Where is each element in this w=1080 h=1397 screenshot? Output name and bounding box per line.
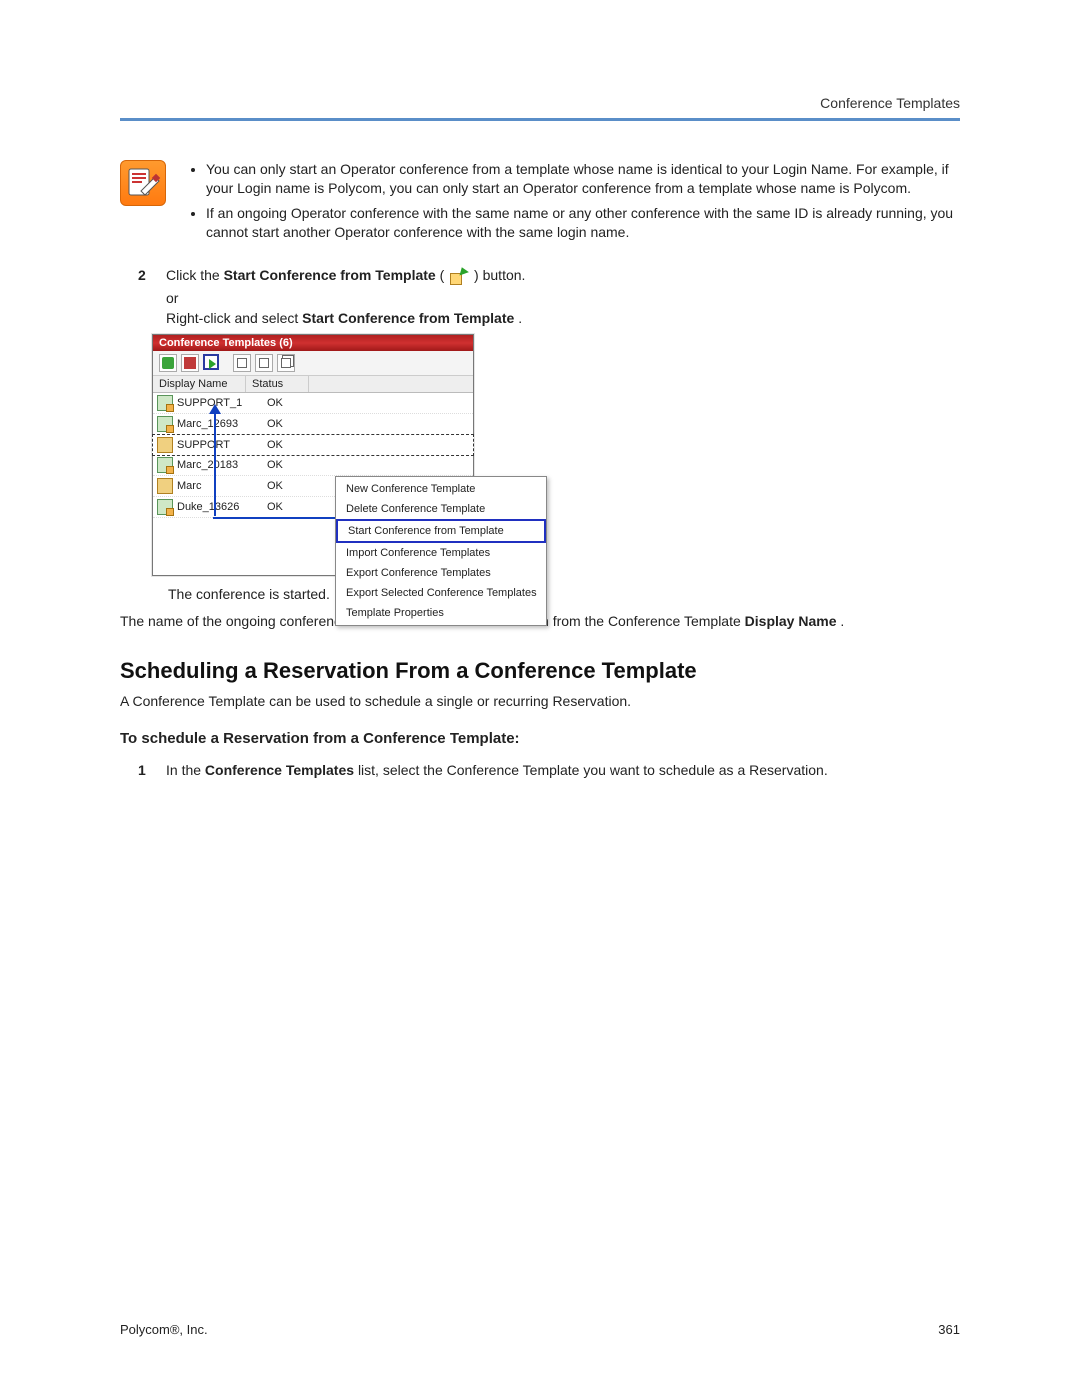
step-number: 1 [138, 761, 152, 781]
table-row-selected[interactable]: SUPPORT OK [152, 434, 474, 456]
text: . [518, 310, 522, 326]
or-text: or [166, 289, 960, 309]
page-header-section: Conference Templates [820, 95, 960, 111]
text: button. [483, 267, 526, 283]
templates-screenshot: Conference Templates (6) Display Name St… [152, 334, 474, 576]
template-icon [157, 499, 173, 515]
panel-title: Conference Templates (6) [153, 335, 473, 351]
row-status: OK [261, 437, 323, 453]
menu-template-properties[interactable]: Template Properties [336, 603, 546, 623]
text: ( [440, 267, 445, 283]
footer-company: Polycom®, Inc. [120, 1322, 208, 1337]
template-icon [157, 416, 173, 432]
text: list, select the Conference Template you… [358, 762, 828, 778]
step-body: In the Conference Templates list, select… [166, 761, 960, 781]
toolbar-button-icon[interactable] [233, 354, 251, 372]
step-1: 1 In the Conference Templates list, sele… [138, 761, 960, 781]
menu-start-conference-from-template[interactable]: Start Conference from Template [336, 519, 546, 543]
bold-text: Conference Templates [205, 762, 354, 778]
text: Right-click and select [166, 310, 302, 326]
important-note-icon [120, 160, 166, 206]
row-name: SUPPORT [177, 437, 261, 453]
section-intro: A Conference Template can be used to sch… [120, 692, 960, 712]
page: Conference Templates You can only start … [0, 0, 1080, 1397]
table-row[interactable]: Marc_20183 OK [153, 455, 473, 476]
note-list: You can only start an Operator conferenc… [188, 160, 960, 248]
start-conference-template-icon [450, 267, 468, 285]
menu-import-templates[interactable]: Import Conference Templates [336, 543, 546, 563]
row-name: Marc_20183 [177, 457, 261, 473]
export-templates-button-icon[interactable] [277, 354, 295, 372]
text: In the [166, 762, 205, 778]
table-row[interactable]: SUPPORT_1 OK [153, 393, 473, 414]
new-template-button-icon[interactable] [159, 354, 177, 372]
templates-toolbar [153, 351, 473, 376]
text: . [840, 613, 844, 629]
note-callout: You can only start an Operator conferenc… [120, 160, 960, 248]
delete-template-button-icon[interactable] [181, 354, 199, 372]
row-status: OK [261, 416, 323, 432]
row-status: OK [261, 478, 323, 494]
template-icon [157, 478, 173, 494]
row-name: Duke_13626 [177, 499, 261, 515]
row-name: Marc_12693 [177, 416, 261, 432]
annotation-arrow [214, 406, 216, 516]
section-title: Scheduling a Reservation From a Conferen… [120, 658, 960, 684]
col-status[interactable]: Status [246, 376, 309, 392]
text: ) [474, 267, 483, 283]
menu-delete-template[interactable]: Delete Conference Template [336, 499, 546, 519]
row-name: Marc [177, 478, 261, 494]
step-body: Click the Start Conference from Template… [166, 266, 960, 329]
step-number: 2 [138, 266, 152, 329]
menu-export-selected-templates[interactable]: Export Selected Conference Templates [336, 583, 546, 603]
col-display-name[interactable]: Display Name [153, 376, 246, 392]
header-rule [120, 118, 960, 121]
row-status: OK [261, 457, 323, 473]
row-status: OK [261, 499, 323, 515]
footer-page-number: 361 [938, 1322, 960, 1337]
step-2: 2 Click the Start Conference from Templa… [138, 266, 960, 329]
bold-text: Start Conference from Template [302, 310, 514, 326]
menu-export-templates[interactable]: Export Conference Templates [336, 563, 546, 583]
import-templates-button-icon[interactable] [255, 354, 273, 372]
start-conference-button-icon[interactable] [203, 354, 219, 370]
procedure-subhead: To schedule a Reservation from a Confere… [120, 730, 960, 747]
bold-text: Start Conference from Template [224, 267, 436, 283]
row-status: OK [261, 395, 323, 411]
menu-new-template[interactable]: New Conference Template [336, 479, 546, 499]
bold-text: Display Name [745, 613, 837, 629]
text: Click the [166, 267, 224, 283]
context-menu: New Conference Template Delete Conferenc… [335, 476, 547, 626]
table-row[interactable]: Marc_12693 OK [153, 414, 473, 435]
result-line: The conference is started. [168, 586, 960, 602]
template-icon [157, 395, 173, 411]
note-item: If an ongoing Operator conference with t… [206, 204, 960, 242]
page-content: You can only start an Operator conferenc… [120, 160, 960, 780]
step-line: Right-click and select Start Conference … [166, 309, 960, 329]
template-icon [157, 457, 173, 473]
note-item: You can only start an Operator conferenc… [206, 160, 960, 198]
template-icon [157, 437, 173, 453]
table-header-row: Display Name Status [153, 376, 473, 393]
